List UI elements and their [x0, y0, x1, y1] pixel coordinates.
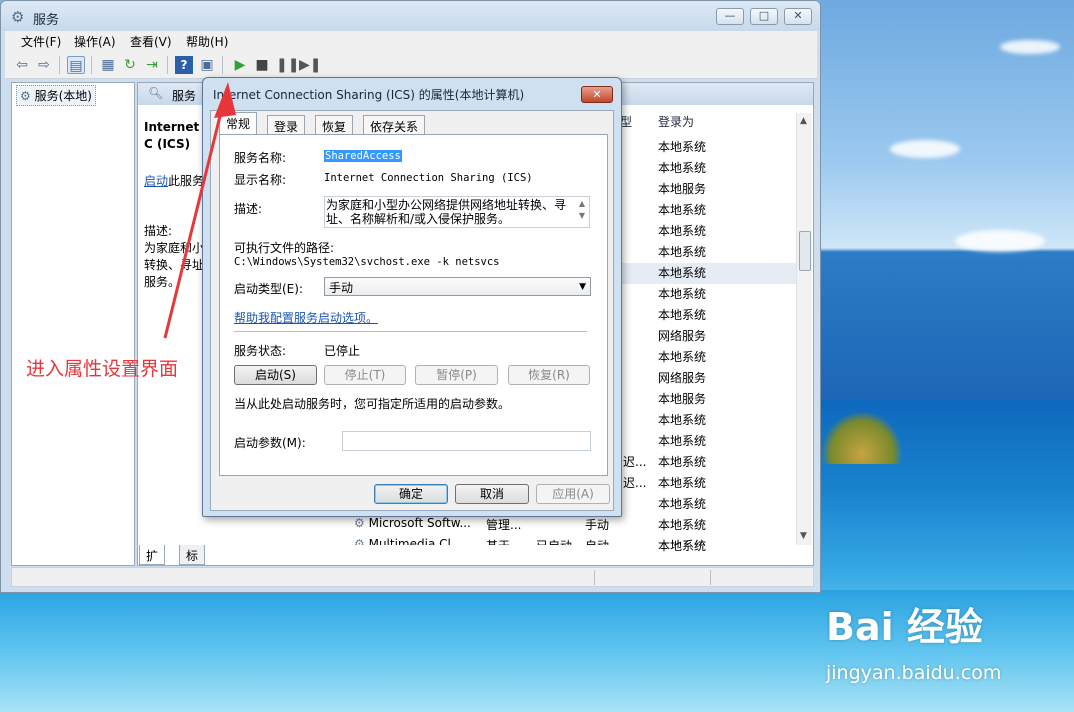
baidu-watermark: Bai 经验 — [826, 605, 983, 649]
annotation-text: 进入属性设置界面 — [26, 358, 179, 380]
baidu-watermark-url: jingyan.baidu.com — [826, 662, 1002, 684]
annotation-arrow-shaft — [163, 95, 227, 339]
annotation-arrow-head — [214, 82, 236, 118]
